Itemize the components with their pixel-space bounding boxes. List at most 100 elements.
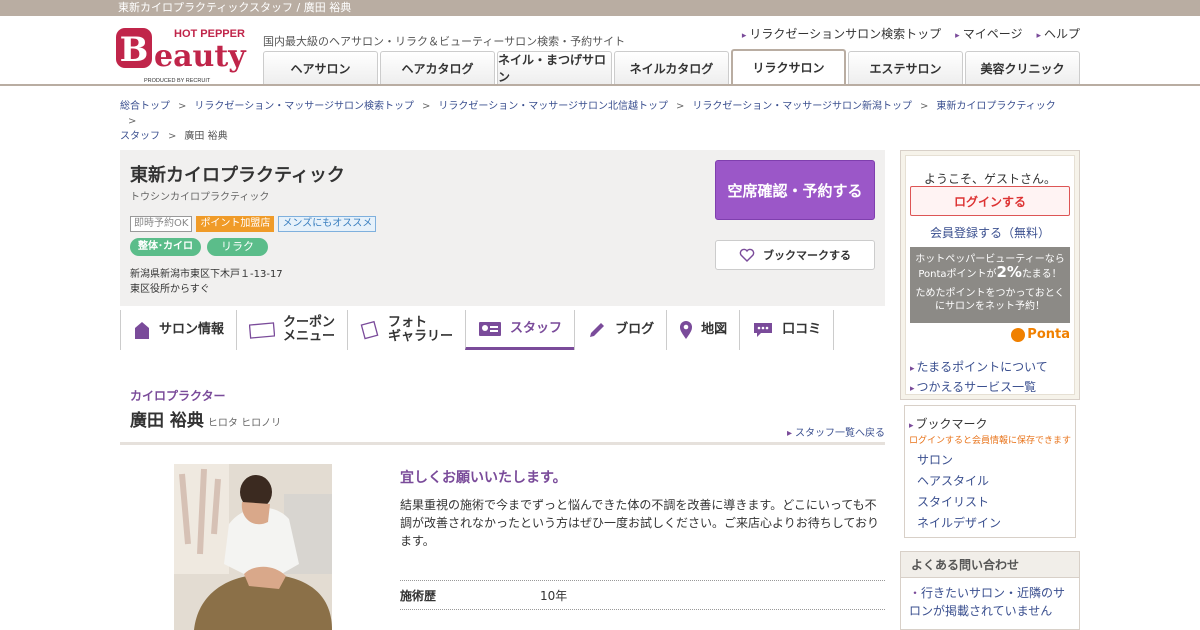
sidebar-bookmark-box: ブックマーク ログインすると会員情報に保存できます サロン ヘアスタイル スタイ… xyxy=(904,405,1076,538)
bookmark-item-stylist[interactable]: スタイリスト xyxy=(917,492,1001,513)
staff-kana: ヒロタ ヒロノリ xyxy=(207,418,282,429)
global-nav: ヘアサロン ヘアカタログ ネイル・まつげサロン ネイルカタログ リラクサロン エ… xyxy=(263,49,1080,84)
genre-seitai-chiro: 整体･カイロ xyxy=(130,238,201,256)
sidebar-faq-box: よくある問い合わせ 行きたいサロン・近隣のサロンが掲載されていません xyxy=(900,551,1080,630)
ponta-logo-text: Ponta xyxy=(1027,327,1070,342)
subnav-staff[interactable]: スタッフ xyxy=(465,310,575,350)
staff-name-block: 廣田 裕典 ヒロタ ヒロノリ xyxy=(130,406,281,431)
badge-point-member: ポイント加盟店 xyxy=(196,216,275,232)
subnav-map[interactable]: 地図 xyxy=(666,310,739,350)
coupon-icon xyxy=(249,322,276,339)
point-links: たまるポイントについて つかえるサービス一覧 xyxy=(910,358,1048,398)
breadcrumb-item[interactable]: リラクゼーション・マッサージサロン北信越トップ xyxy=(438,101,668,112)
tab-nail-catalog[interactable]: ネイルカタログ xyxy=(614,51,729,84)
staff-photo xyxy=(174,464,332,630)
faq-item[interactable]: 行きたいサロン・近隣のサロンが掲載されていません xyxy=(901,578,1079,620)
staff-name: 廣田 裕典 xyxy=(130,411,204,431)
salon-badges: 即時予約OK ポイント加盟店 メンズにもオススメ xyxy=(130,216,377,232)
salon-address: 新潟県新潟市東区下木戸１-13-17 xyxy=(130,269,283,280)
tab-esthetic-salon[interactable]: エステサロン xyxy=(848,51,963,84)
ponta-text: たまる！ xyxy=(1021,269,1062,280)
bookmark-button[interactable]: ブックマークする xyxy=(715,240,875,270)
tab-relax-salon[interactable]: リラクサロン xyxy=(731,49,846,84)
pencil-icon xyxy=(590,323,605,337)
subnav-blog[interactable]: ブログ xyxy=(574,310,666,350)
staff-card-icon xyxy=(479,321,502,336)
link-usable-services[interactable]: つかえるサービス一覧 xyxy=(910,378,1048,398)
ponta-text: にサロンをネット予約！ xyxy=(935,301,1045,312)
divider xyxy=(120,442,885,445)
bookmark-item-nail-design[interactable]: ネイルデザイン xyxy=(917,513,1001,534)
hotpepper-beauty-logo[interactable]: B HOT PEPPER eauty PRODUCED BY RECRUIT xyxy=(116,22,248,86)
chat-icon xyxy=(754,323,773,337)
link-mypage[interactable]: マイページ xyxy=(955,25,1023,42)
page-title: 東新カイロプラクティックスタッフ / 廣田 裕典 xyxy=(118,1,352,14)
subnav-label: スタッフ xyxy=(510,320,563,336)
link-relax-search-top[interactable]: リラクゼーションサロン検索トップ xyxy=(742,25,941,42)
tab-hair-salon[interactable]: ヘアサロン xyxy=(263,51,378,84)
ponta-promo[interactable]: ホットペッパービューティーなら Pontaポイントが2%たまる！ ためたポイント… xyxy=(910,247,1070,323)
subnav-label: フォト ギャラリー xyxy=(388,315,454,344)
breadcrumb-current: 廣田 裕典 xyxy=(184,131,228,142)
bookmark-list: サロン ヘアスタイル スタイリスト ネイルデザイン xyxy=(917,450,1001,534)
ponta-text: Pontaポイントが xyxy=(918,269,997,280)
photo-icon xyxy=(360,320,379,340)
map-pin-icon xyxy=(680,321,693,339)
register-link[interactable]: 会員登録する（無料） xyxy=(906,224,1074,241)
salon-access: 東区役所からすぐ xyxy=(130,284,210,295)
welcome-text: ようこそ、ゲストさん。 xyxy=(923,172,1056,186)
tab-beauty-clinic[interactable]: 美容クリニック xyxy=(965,51,1080,84)
subnav-salon-info[interactable]: サロン情報 xyxy=(120,310,236,350)
badge-mens-recommended: メンズにもオススメ xyxy=(278,216,377,232)
link-point-about[interactable]: たまるポイントについて xyxy=(910,358,1048,378)
subnav-label: クーポン メニュー xyxy=(283,315,336,344)
bookmark-title[interactable]: ブックマーク xyxy=(909,415,988,432)
bookmark-label: ブックマークする xyxy=(763,249,851,262)
breadcrumb-item[interactable]: リラクゼーション・マッサージサロン新潟トップ xyxy=(692,101,912,112)
top-title-bar: 東新カイロプラクティックスタッフ / 廣田 裕典 xyxy=(0,0,1200,16)
tab-hair-catalog[interactable]: ヘアカタログ xyxy=(380,51,495,84)
salon-kana: トウシンカイロプラクティック xyxy=(130,192,270,203)
badge-instant-booking: 即時予約OK xyxy=(130,216,193,232)
login-button[interactable]: ログインする xyxy=(910,186,1070,216)
faq-title: よくある問い合わせ xyxy=(901,552,1079,578)
reserve-button[interactable]: 空席確認・予約する xyxy=(715,160,875,220)
subnav-reviews[interactable]: 口コミ xyxy=(739,310,835,350)
detail-label: 施術歴 xyxy=(400,588,437,603)
subnav-label: 地図 xyxy=(701,322,728,337)
staff-detail-table: 施術歴 10年 xyxy=(400,580,885,610)
subnav-photo-gallery[interactable]: フォト ギャラリー xyxy=(347,310,465,350)
ponta-text: ためたポイントをつかっておとく xyxy=(915,288,1065,299)
bookmark-note: ログインすると会員情報に保存できます xyxy=(909,436,1072,446)
tab-nail-eyelash[interactable]: ネイル・まつげサロン xyxy=(497,51,612,84)
link-help[interactable]: ヘルプ xyxy=(1036,25,1080,42)
staff-greeting: 宜しくお願いいたします。 xyxy=(400,470,567,486)
staff-role: カイロプラクター xyxy=(130,389,226,403)
subnav-label: 口コミ xyxy=(782,322,822,337)
salon-header: 東新カイロプラクティック トウシンカイロプラクティック 即時予約OK ポイント加… xyxy=(120,150,885,306)
breadcrumb: 総合トップ > リラクゼーション・マッサージサロン検索トップ > リラクゼーション・マッ… xyxy=(120,101,1056,142)
salon-address-block: 新潟県新潟市東区下木戸１-13-17 東区役所からすぐ xyxy=(130,267,283,297)
sidebar-login-box: ようこそ、ゲストさん。 ログインする 会員登録する（無料） ホットペッパービュー… xyxy=(900,150,1080,400)
breadcrumb-item[interactable]: 東新カイロプラクティック xyxy=(936,101,1055,112)
svg-text:eauty: eauty xyxy=(154,39,247,74)
subnav-label: サロン情報 xyxy=(159,322,225,337)
table-row: 施術歴 10年 xyxy=(400,581,885,610)
ponta-text: ホットペッパービューティーなら xyxy=(915,254,1065,265)
genre-relax: リラク xyxy=(207,238,268,256)
subnav-coupon-menu[interactable]: クーポン メニュー xyxy=(236,310,347,350)
subnav-label: ブログ xyxy=(615,322,655,337)
salon-name: 東新カイロプラクティック xyxy=(130,165,345,186)
bookmark-item-salon[interactable]: サロン xyxy=(917,450,1001,471)
house-icon xyxy=(135,322,149,339)
bookmark-item-hairstyle[interactable]: ヘアスタイル xyxy=(917,471,1001,492)
breadcrumb-item[interactable]: リラクゼーション・マッサージサロン検索トップ xyxy=(194,101,414,112)
breadcrumb-item[interactable]: 総合トップ xyxy=(120,101,170,112)
back-to-staff-list-link[interactable]: スタッフ一覧へ戻る xyxy=(787,424,885,439)
breadcrumb-item[interactable]: スタッフ xyxy=(120,131,160,142)
ponta-logo: Ponta xyxy=(1011,327,1070,342)
logo-sub-text: PRODUCED BY RECRUIT xyxy=(144,78,211,84)
staff-message: 結果重視の施術で今までずっと悩んできた体の不調を改善に導きます。どこにいっても不… xyxy=(400,498,880,548)
ponta-percent: 2% xyxy=(996,263,1022,281)
utility-links: リラクゼーションサロン検索トップ マイページ ヘルプ xyxy=(742,25,1080,42)
